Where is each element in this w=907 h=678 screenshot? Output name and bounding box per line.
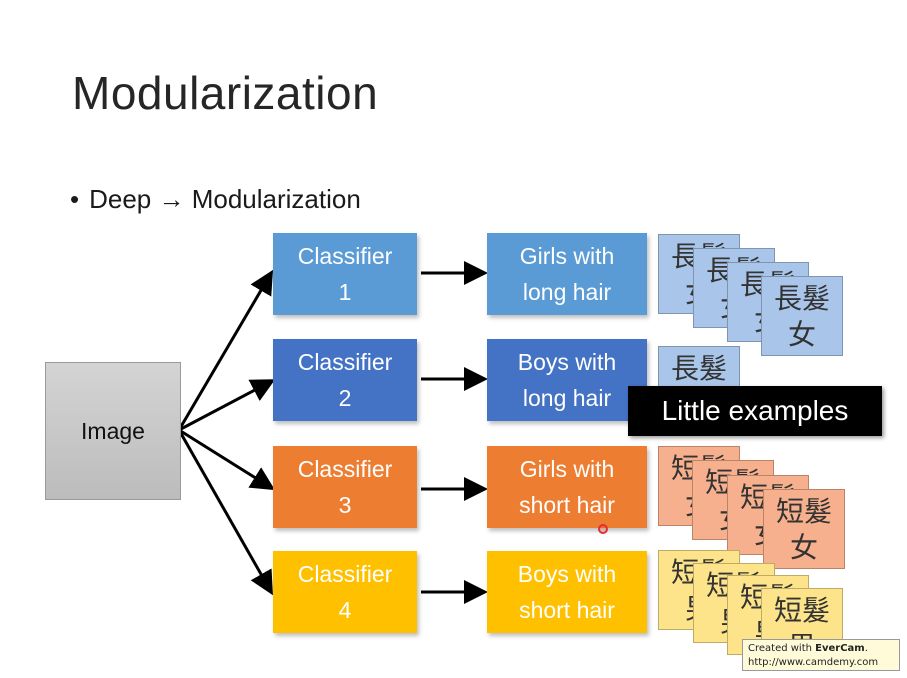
classifier-2-node: Classifier 2 [273,339,417,421]
image-node: Image [45,362,181,500]
image-node-label: Image [81,418,145,444]
output-girls-long-hair: Girls with long hair [487,233,647,315]
output-4-label: Boys with short hair [517,561,617,623]
classifier-1-label: Classifier 1 [297,243,393,305]
evercam-watermark: Created with EverCam. http://www.camdemy… [742,639,900,671]
example-card: 長髮 女 [761,276,843,356]
output-3-label: Girls with short hair [519,456,615,518]
cursor-marker [598,524,608,534]
arrow-image-to-classifier-4 [177,429,273,596]
little-examples-callout: Little examples [628,386,882,436]
output-1-label: Girls with long hair [519,243,615,305]
arrow-image-to-classifier-3 [178,428,276,491]
classifier-4-node: Classifier 4 [273,551,417,633]
classifier-3-label: Classifier 3 [297,456,393,518]
output-boys-short-hair: Boys with short hair [487,551,647,633]
output-2-label: Boys with long hair [517,349,617,411]
classifier-4-label: Classifier 4 [297,561,393,623]
classifier-3-node: Classifier 3 [273,446,417,528]
example-card: 短髮 女 [763,489,845,569]
classifier-2-label: Classifier 2 [297,349,393,411]
output-boys-long-hair: Boys with long hair [487,339,647,421]
output-girls-short-hair: Girls with short hair [487,446,647,528]
classifier-1-node: Classifier 1 [273,233,417,315]
